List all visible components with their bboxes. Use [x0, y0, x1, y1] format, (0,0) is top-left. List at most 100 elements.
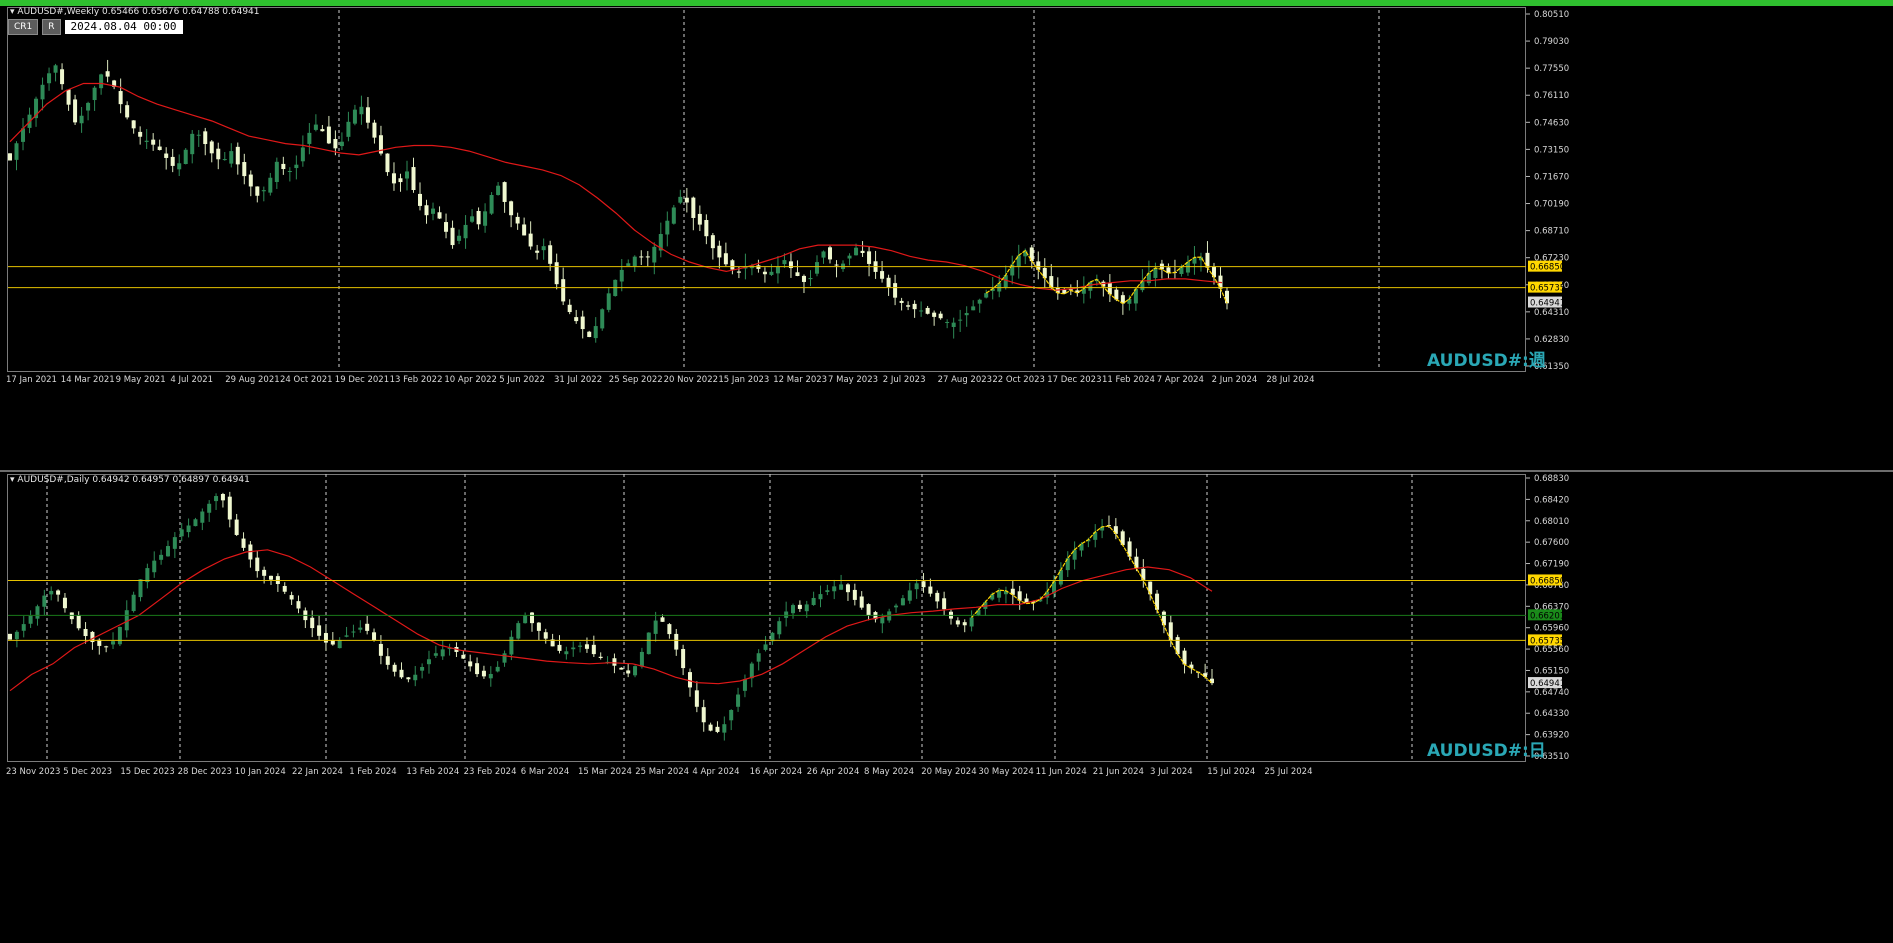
candle-body — [1153, 268, 1158, 278]
x-tick-label: 7 Apr 2024 — [1157, 375, 1204, 385]
candle-body — [268, 177, 273, 193]
candle-body — [79, 115, 84, 124]
candle-body — [912, 303, 917, 310]
candle-body — [159, 554, 164, 560]
candle-body — [925, 307, 930, 314]
candle-body — [352, 109, 357, 124]
candle-body — [463, 224, 468, 239]
candle-body — [914, 583, 919, 590]
candle-body — [420, 666, 425, 671]
y-tick-label: 0.68710 — [1534, 227, 1569, 237]
moving-average-line — [9, 82, 1223, 291]
candle-body — [935, 592, 940, 602]
x-tick-label: 15 Dec 2023 — [120, 767, 174, 777]
candle-body — [346, 121, 351, 137]
candle-body — [694, 690, 699, 707]
candle-body — [170, 156, 175, 166]
candle-body — [584, 644, 589, 649]
candle-body — [488, 673, 493, 679]
price-label-text: 0.64941 — [1530, 299, 1565, 309]
candle-body — [287, 171, 292, 173]
x-tick-label: 2 Jun 2024 — [1212, 375, 1258, 385]
candle-body — [92, 87, 97, 101]
x-tick-label: 20 Nov 2022 — [664, 375, 718, 385]
candle-body — [762, 271, 767, 275]
candle-body — [404, 171, 409, 179]
candle-body — [522, 224, 527, 236]
candle-body — [14, 631, 19, 640]
candle-body — [574, 317, 579, 322]
candle-body — [736, 271, 741, 273]
x-tick-label: 15 Jul 2024 — [1207, 767, 1255, 777]
candle-body — [710, 235, 715, 249]
candle-body — [42, 595, 47, 607]
candle-body — [797, 604, 802, 609]
candle-body — [639, 256, 644, 258]
candle-body — [821, 251, 826, 258]
candle-body — [899, 300, 904, 303]
candle-body — [906, 305, 911, 307]
candle-body — [684, 197, 689, 203]
candle-body — [125, 105, 130, 118]
candle-body — [385, 153, 390, 173]
candle-body — [144, 140, 149, 142]
x-tick-label: 13 Feb 2024 — [406, 767, 459, 777]
candle-body — [942, 598, 947, 610]
daily-chart-svg[interactable]: 0.688300.684200.680100.676000.671900.667… — [0, 472, 1893, 943]
candle-body — [646, 632, 651, 655]
candle-body — [619, 667, 624, 670]
candle-body — [351, 631, 356, 633]
candle-body — [687, 672, 692, 688]
candle-body — [775, 266, 780, 274]
x-tick-label: 3 Jul 2024 — [1150, 767, 1193, 777]
candle-body — [804, 604, 809, 612]
candle-body — [691, 197, 696, 218]
candle-body — [323, 633, 328, 643]
candle-body — [468, 661, 473, 667]
x-tick-label: 6 Mar 2024 — [521, 767, 569, 777]
candle-body — [66, 89, 71, 105]
candle-body — [21, 624, 26, 631]
weekly-chart-svg[interactable]: 0.80510 0.79030 0.77550 0.76110 0.74630 0.731… — [0, 0, 1893, 470]
candle-body — [825, 590, 830, 593]
x-tick-label: 15 Mar 2024 — [578, 767, 632, 777]
x-tick-label: 5 Dec 2023 — [63, 767, 112, 777]
x-tick-label: 25 Mar 2024 — [635, 767, 689, 777]
candle-body — [717, 245, 722, 258]
x-tick-label: 22 Jan 2024 — [292, 767, 343, 777]
x-tick-label: 5 Jun 2022 — [499, 375, 545, 385]
candle-body — [56, 590, 61, 595]
candle-body — [333, 138, 338, 149]
daily-chart-panel[interactable]: ▾ AUDUSD#,Daily 0.64942 0.64957 0.64897 … — [0, 472, 1893, 943]
candle-body — [313, 124, 318, 130]
candle-body — [261, 190, 266, 192]
candle-body — [619, 269, 624, 282]
candle-body — [900, 598, 905, 606]
y-tick-label: 0.73150 — [1534, 145, 1569, 155]
x-tick-label: 12 Mar 2023 — [773, 375, 827, 385]
candle-body — [365, 107, 370, 123]
candle-body — [392, 664, 397, 672]
x-tick-label: 23 Feb 2024 — [464, 767, 517, 777]
price-label-text: 0.64941 — [1530, 679, 1565, 689]
candle-body — [227, 496, 232, 520]
candle-body — [165, 546, 170, 557]
candle-body — [516, 623, 521, 639]
x-tick-label: 11 Jun 2024 — [1036, 767, 1087, 777]
y-tick-label: 0.65150 — [1534, 666, 1569, 676]
candle-body — [183, 149, 188, 165]
x-tick-label: 26 Apr 2024 — [807, 767, 860, 777]
weekly-chart-panel[interactable]: ▾ AUDUSD#,Weekly 0.65466 0.65676 0.64788… — [0, 0, 1893, 472]
x-tick-label: 2 Jul 2023 — [883, 375, 926, 385]
candle-body — [193, 519, 198, 527]
candle-body — [633, 666, 638, 676]
candle-body — [40, 84, 45, 100]
x-tick-label: 13 Feb 2022 — [390, 375, 443, 385]
x-tick-label: 25 Jul 2024 — [1264, 767, 1312, 777]
candle-body — [179, 529, 184, 537]
candle-body — [470, 216, 475, 222]
candle-body — [431, 208, 436, 214]
moving-average-line — [9, 549, 1213, 692]
candle-body — [358, 627, 363, 630]
y-tick-label: 0.62830 — [1534, 335, 1569, 345]
